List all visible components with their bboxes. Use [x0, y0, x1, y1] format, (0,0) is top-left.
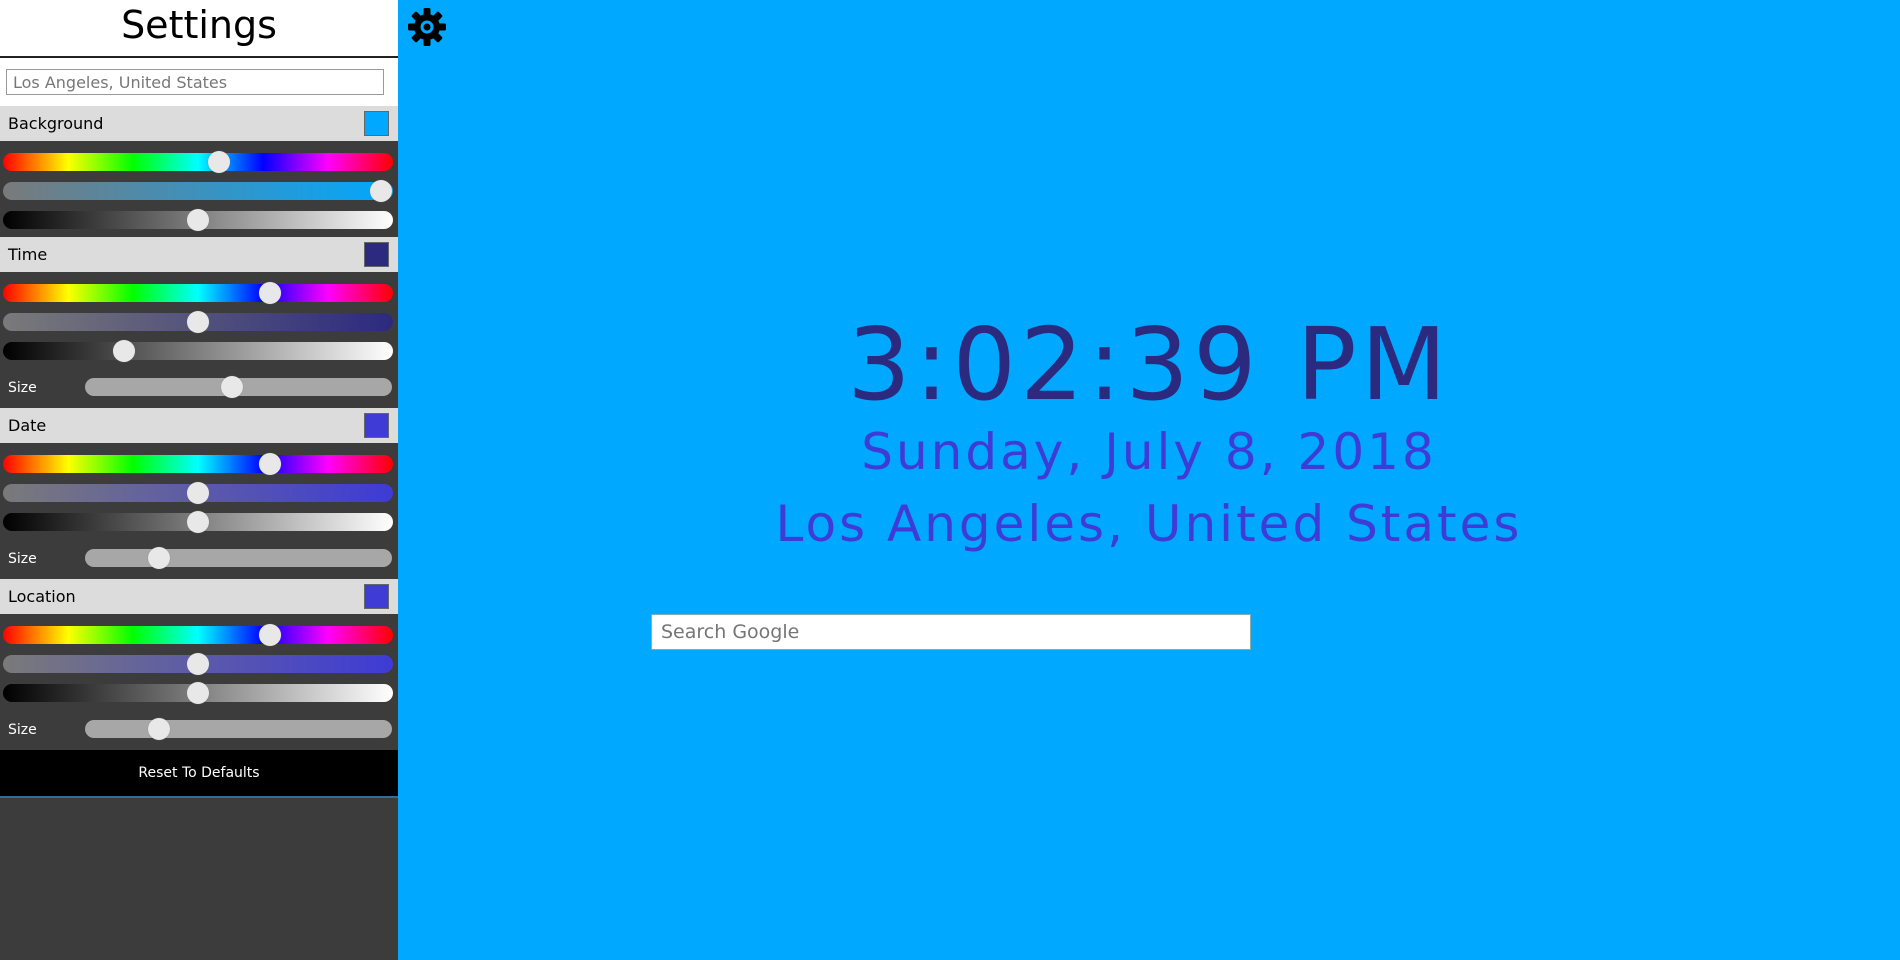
slider-thumb[interactable] [112, 340, 135, 362]
gear-icon[interactable] [406, 6, 448, 48]
location-display: Los Angeles, United States [775, 495, 1523, 553]
time-label: Time [8, 245, 48, 264]
slider-thumb[interactable] [147, 547, 170, 569]
slider-thumb[interactable] [147, 718, 170, 740]
slider-thumb[interactable] [259, 453, 282, 475]
slider-thumb[interactable] [221, 376, 244, 398]
date-saturation-slider[interactable] [3, 482, 393, 504]
date-size-row: Size [0, 539, 398, 579]
background-sliders [0, 141, 398, 237]
slider-thumb[interactable] [187, 511, 209, 533]
time-section-header: Time [0, 237, 398, 272]
settings-sidebar: Settings Background Time Si [0, 0, 398, 960]
background-lightness-slider[interactable] [3, 209, 393, 231]
background-saturation-slider[interactable] [3, 180, 393, 202]
slider-thumb[interactable] [370, 180, 393, 202]
slider-thumb[interactable] [187, 311, 209, 333]
date-color-swatch[interactable] [364, 413, 389, 438]
time-sliders [0, 272, 398, 368]
time-lightness-slider[interactable] [3, 340, 393, 362]
date-size-label: Size [8, 551, 37, 567]
location-label: Location [8, 587, 76, 606]
location-hue-slider[interactable] [3, 624, 393, 646]
date-sliders [0, 443, 398, 539]
location-size-label: Size [8, 722, 37, 738]
location-sliders [0, 614, 398, 710]
date-size-slider[interactable] [85, 547, 392, 569]
settings-title: Settings [121, 3, 277, 47]
date-display: Sunday, July 8, 2018 [861, 423, 1437, 481]
slider-thumb[interactable] [259, 282, 282, 304]
location-color-swatch[interactable] [364, 584, 389, 609]
slider-thumb[interactable] [187, 682, 209, 704]
time-display: 3:02:39 PM [847, 306, 1451, 423]
location-lightness-slider[interactable] [3, 682, 393, 704]
date-label: Date [8, 416, 47, 435]
location-size-row: Size [0, 710, 398, 750]
date-section-header: Date [0, 408, 398, 443]
location-input[interactable] [6, 69, 384, 95]
time-size-slider[interactable] [85, 376, 392, 398]
background-color-swatch[interactable] [364, 111, 389, 136]
background-hue-slider[interactable] [3, 151, 393, 173]
location-size-slider[interactable] [85, 718, 392, 740]
slider-thumb[interactable] [187, 653, 209, 675]
time-hue-slider[interactable] [3, 282, 393, 304]
date-hue-slider[interactable] [3, 453, 393, 475]
location-saturation-slider[interactable] [3, 653, 393, 675]
time-saturation-slider[interactable] [3, 311, 393, 333]
background-label: Background [8, 114, 104, 133]
settings-header: Settings [0, 0, 398, 58]
date-lightness-slider[interactable] [3, 511, 393, 533]
reset-to-defaults-button[interactable]: Reset To Defaults [0, 750, 398, 798]
time-size-row: Size [0, 368, 398, 408]
slider-thumb[interactable] [259, 624, 282, 646]
time-size-label: Size [8, 380, 37, 396]
location-section-header: Location [0, 579, 398, 614]
time-color-swatch[interactable] [364, 242, 389, 267]
slider-thumb[interactable] [208, 151, 231, 173]
location-row [0, 58, 398, 106]
slider-thumb[interactable] [187, 482, 209, 504]
background-section-header: Background [0, 106, 398, 141]
search-google-input[interactable] [651, 614, 1251, 650]
slider-thumb[interactable] [187, 209, 209, 231]
